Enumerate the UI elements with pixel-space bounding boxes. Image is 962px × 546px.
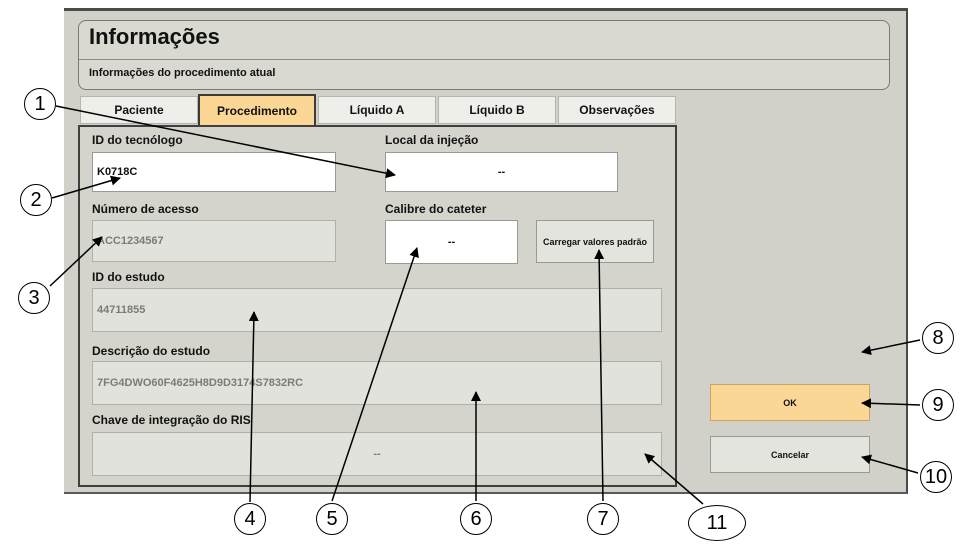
- arrow-11: [644, 453, 704, 505]
- callout-11: 11: [688, 505, 746, 541]
- callout-1: 1: [24, 88, 56, 120]
- arrow-5: [331, 247, 419, 502]
- callout-5: 5: [316, 503, 348, 535]
- arrow-1: [55, 105, 396, 179]
- arrow-4: [248, 311, 259, 503]
- callout-7: 7: [587, 503, 619, 535]
- callout-10: 10: [920, 461, 952, 493]
- callout-8: 8: [922, 322, 954, 354]
- callout-3: 3: [18, 282, 50, 314]
- callout-4: 4: [234, 503, 266, 535]
- callout-6: 6: [460, 503, 492, 535]
- arrow-10: [861, 454, 919, 474]
- callout-9: 9: [922, 389, 954, 421]
- arrow-3: [49, 236, 103, 287]
- arrow-2: [51, 175, 121, 199]
- callout-arrows: [49, 105, 921, 505]
- arrow-7: [594, 249, 605, 502]
- callout-2: 2: [20, 184, 52, 216]
- arrow-9: [861, 398, 921, 409]
- arrow-8: [861, 339, 921, 356]
